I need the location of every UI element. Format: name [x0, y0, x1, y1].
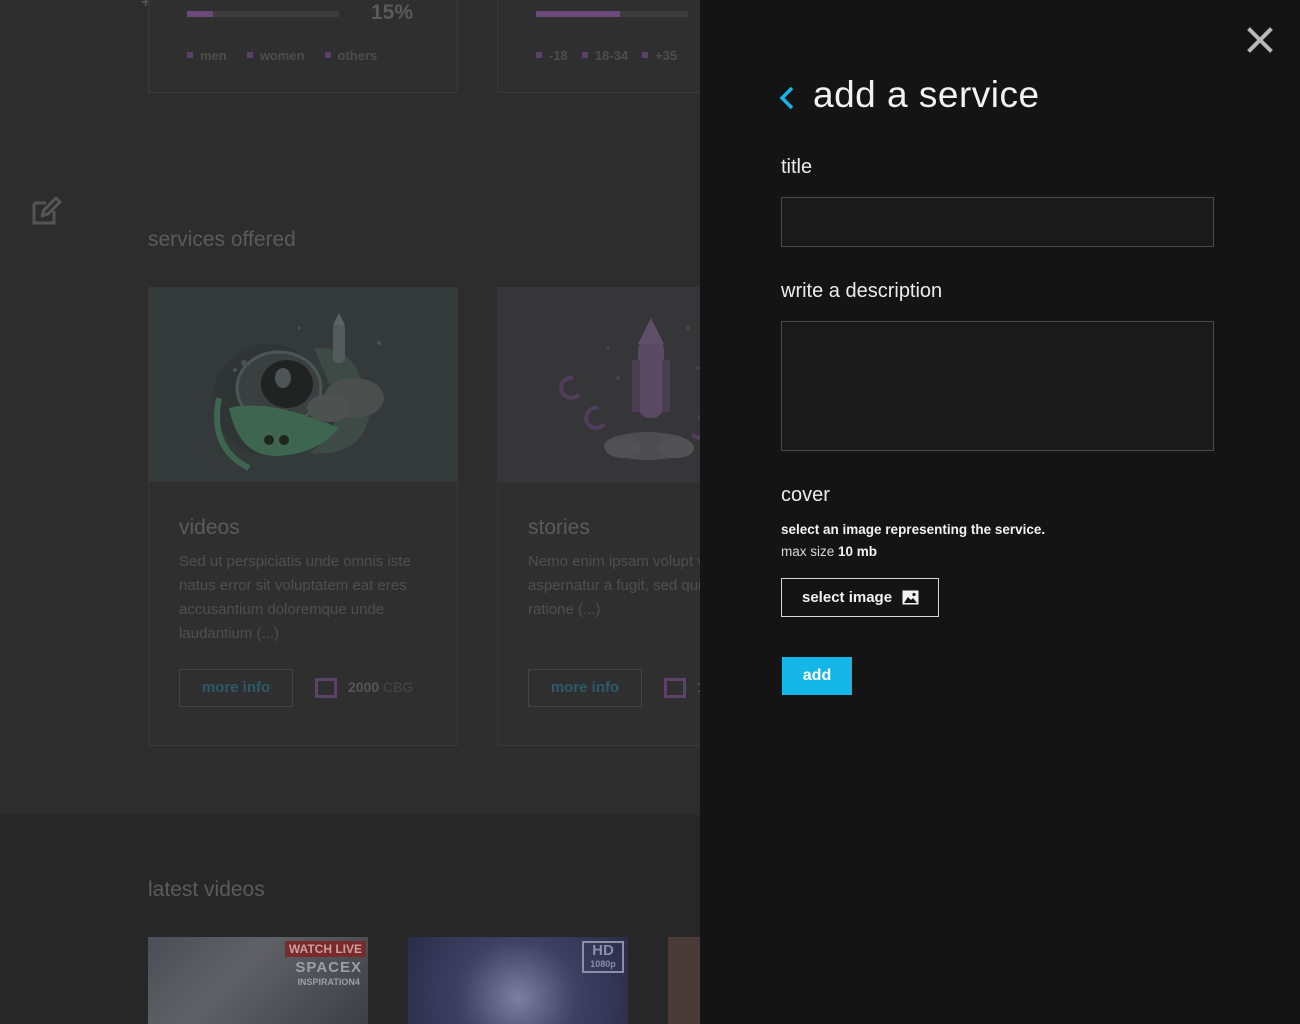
- legend-item: -18: [536, 48, 568, 63]
- add-service-panel: [700, 0, 1300, 1024]
- legend-item: +35: [642, 48, 677, 63]
- service-description: Sed ut perspiciatis unde omnis iste natu…: [179, 553, 411, 642]
- image-icon: [902, 590, 919, 605]
- service-name: videos: [179, 516, 240, 539]
- title-input[interactable]: [781, 197, 1214, 247]
- service-card-videos: videos Sed ut perspiciatis unde omnis is…: [148, 287, 458, 746]
- age-legend: -18 18-34 +35: [536, 48, 677, 63]
- title-label: title: [781, 156, 813, 178]
- video-thumbnail[interactable]: HD 1080p: [408, 937, 628, 1024]
- select-image-button[interactable]: select image: [781, 578, 939, 617]
- legend-item: men: [187, 48, 227, 63]
- cover-hint: select an image representing the service…: [781, 522, 1046, 537]
- service-name: stories: [528, 516, 590, 539]
- hd-badge: HD 1080p: [582, 941, 624, 973]
- token-icon: [664, 678, 686, 698]
- brand-logo-text: SPACEX INSPIRATION4: [295, 959, 362, 987]
- gender-stat-card: 15% men women others: [148, 0, 458, 93]
- gender-legend: men women others: [187, 48, 377, 63]
- video-thumbnail[interactable]: WATCH LIVE SPACEX INSPIRATION4: [148, 937, 368, 1024]
- cover-label: cover: [781, 484, 830, 506]
- max-size-hint: max size 10 mb: [781, 544, 878, 559]
- gender-progress-bar: [187, 11, 339, 17]
- edit-icon[interactable]: [30, 194, 62, 226]
- service-price: 2000 CBG: [348, 679, 414, 695]
- video-thumbnail[interactable]: [668, 937, 700, 1024]
- legend-item: 18-34: [581, 48, 628, 63]
- legend-item: others: [324, 48, 377, 63]
- add-button[interactable]: add: [782, 657, 852, 695]
- legend-item: women: [246, 48, 305, 63]
- astronaut-rocket-illustration: [149, 288, 457, 482]
- watch-live-badge: WATCH LIVE: [284, 941, 366, 957]
- description-textarea[interactable]: [781, 321, 1214, 451]
- more-info-button[interactable]: more info: [179, 669, 293, 707]
- description-label: write a description: [781, 280, 943, 302]
- close-icon[interactable]: [1247, 27, 1273, 53]
- back-chevron-icon[interactable]: [778, 86, 796, 110]
- latest-videos-title: latest videos: [148, 878, 265, 901]
- gender-percent: 15%: [371, 1, 414, 24]
- select-image-label: select image: [802, 589, 893, 606]
- services-offered-title: services offered: [148, 228, 296, 251]
- panel-title: add a service: [813, 74, 1040, 115]
- token-icon: [315, 678, 337, 698]
- age-progress-bar: [536, 11, 688, 17]
- more-info-button[interactable]: more info: [528, 669, 642, 707]
